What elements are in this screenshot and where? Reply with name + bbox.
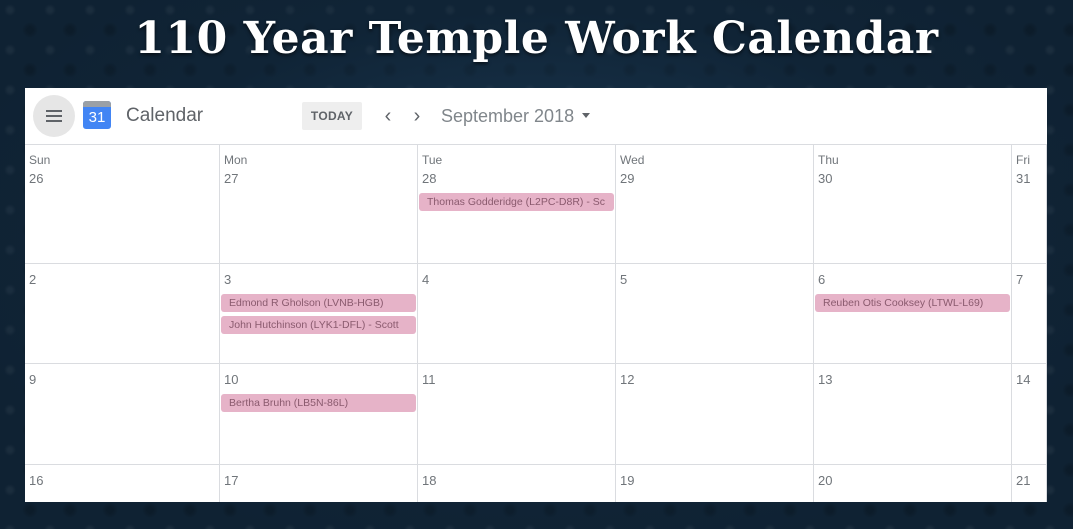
day-number[interactable]: 26 bbox=[29, 171, 43, 186]
day-number[interactable]: 6 bbox=[818, 272, 825, 287]
day-number[interactable]: 16 bbox=[29, 473, 43, 488]
day-cell[interactable]: Fri 31 bbox=[1012, 145, 1047, 264]
today-button[interactable]: TODAY bbox=[302, 102, 362, 130]
day-cell[interactable]: Tue 28 Thomas Godderidge (L2PC-D8R) - Sc bbox=[418, 145, 616, 264]
day-cell[interactable]: 5 bbox=[616, 264, 814, 364]
weekday-header: Wed bbox=[620, 153, 645, 167]
event-chip[interactable]: John Hutchinson (LYK1-DFL) - Scott bbox=[221, 316, 416, 334]
day-number[interactable]: 9 bbox=[29, 372, 36, 387]
weekday-header: Sun bbox=[29, 153, 51, 167]
day-number[interactable]: 2 bbox=[29, 272, 36, 287]
app-name: Calendar bbox=[126, 105, 204, 126]
day-cell[interactable]: 10 Bertha Bruhn (LB5N-86L) bbox=[220, 364, 418, 465]
day-number[interactable]: 20 bbox=[818, 473, 832, 488]
day-number[interactable]: 21 bbox=[1016, 473, 1030, 488]
day-cell[interactable]: 2 bbox=[25, 264, 220, 364]
slide-title: 110 Year Temple Work Calendar bbox=[134, 13, 939, 64]
caret-down-icon[interactable] bbox=[582, 113, 590, 118]
weekday-header: Thu bbox=[818, 153, 839, 167]
calendar-app: 31 Calendar TODAY ‹ › September 2018 Sun… bbox=[25, 88, 1047, 502]
day-number[interactable]: 19 bbox=[620, 473, 634, 488]
day-cell[interactable]: 6 Reuben Otis Cooksey (LTWL-L69) bbox=[814, 264, 1012, 364]
day-number[interactable]: 30 bbox=[818, 171, 832, 186]
day-number[interactable]: 10 bbox=[224, 372, 238, 387]
calendar-logo-number: 31 bbox=[88, 109, 106, 126]
day-cell[interactable]: 12 bbox=[616, 364, 814, 465]
main-menu-button[interactable] bbox=[33, 95, 75, 137]
day-cell[interactable]: 18 bbox=[418, 465, 616, 502]
day-number[interactable]: 7 bbox=[1016, 272, 1023, 287]
chevron-left-icon[interactable]: ‹ bbox=[376, 102, 400, 130]
day-number[interactable]: 13 bbox=[818, 372, 832, 387]
day-number[interactable]: 29 bbox=[620, 171, 634, 186]
day-cell[interactable]: 21 bbox=[1012, 465, 1047, 502]
event-chip[interactable]: Thomas Godderidge (L2PC-D8R) - Sc bbox=[419, 193, 614, 211]
calendar-logo-icon: 31 bbox=[83, 101, 111, 129]
day-number[interactable]: 11 bbox=[422, 372, 436, 387]
day-cell[interactable]: 9 bbox=[25, 364, 220, 465]
day-number[interactable]: 18 bbox=[422, 473, 436, 488]
day-number[interactable]: 31 bbox=[1016, 171, 1030, 186]
chevron-right-icon[interactable]: › bbox=[405, 102, 429, 130]
day-cell[interactable]: 17 bbox=[220, 465, 418, 502]
day-cell[interactable]: Wed 29 bbox=[616, 145, 814, 264]
day-number[interactable]: 27 bbox=[224, 171, 238, 186]
day-cell[interactable]: 3 Edmond R Gholson (LVNB-HGB) John Hutchin… bbox=[220, 264, 418, 364]
calendar-header: 31 Calendar TODAY ‹ › September 2018 bbox=[25, 88, 1047, 144]
day-number[interactable]: 5 bbox=[620, 272, 627, 287]
event-chip[interactable]: Edmond R Gholson (LVNB-HGB) bbox=[221, 294, 416, 312]
day-cell[interactable]: 20 bbox=[814, 465, 1012, 502]
current-month-label[interactable]: September 2018 bbox=[441, 102, 574, 130]
day-cell[interactable]: Thu 30 bbox=[814, 145, 1012, 264]
day-number[interactable]: 14 bbox=[1016, 372, 1030, 387]
day-cell[interactable]: 19 bbox=[616, 465, 814, 502]
month-grid: Sun 26 Mon 27 Tue 28 Thomas Godderidge (L2PC-D… bbox=[25, 144, 1047, 502]
day-number[interactable]: 28 bbox=[422, 171, 436, 186]
day-cell[interactable]: Sun 26 bbox=[25, 145, 220, 264]
day-number[interactable]: 12 bbox=[620, 372, 634, 387]
day-cell[interactable]: 16 bbox=[25, 465, 220, 502]
weekday-header: Fri bbox=[1016, 153, 1030, 167]
day-cell[interactable]: Mon 27 bbox=[220, 145, 418, 264]
event-chip[interactable]: Bertha Bruhn (LB5N-86L) bbox=[221, 394, 416, 412]
day-number[interactable]: 4 bbox=[422, 272, 429, 287]
day-number[interactable]: 17 bbox=[224, 473, 238, 488]
day-cell[interactable]: 14 bbox=[1012, 364, 1047, 465]
weekday-header: Tue bbox=[422, 153, 443, 167]
day-cell[interactable]: 4 bbox=[418, 264, 616, 364]
day-cell[interactable]: 13 bbox=[814, 364, 1012, 465]
day-cell[interactable]: 7 bbox=[1012, 264, 1047, 364]
day-cell[interactable]: 11 bbox=[418, 364, 616, 465]
day-number[interactable]: 3 bbox=[224, 272, 231, 287]
weekday-header: Mon bbox=[224, 153, 248, 167]
hamburger-menu-icon bbox=[46, 110, 62, 122]
event-chip[interactable]: Reuben Otis Cooksey (LTWL-L69) bbox=[815, 294, 1010, 312]
